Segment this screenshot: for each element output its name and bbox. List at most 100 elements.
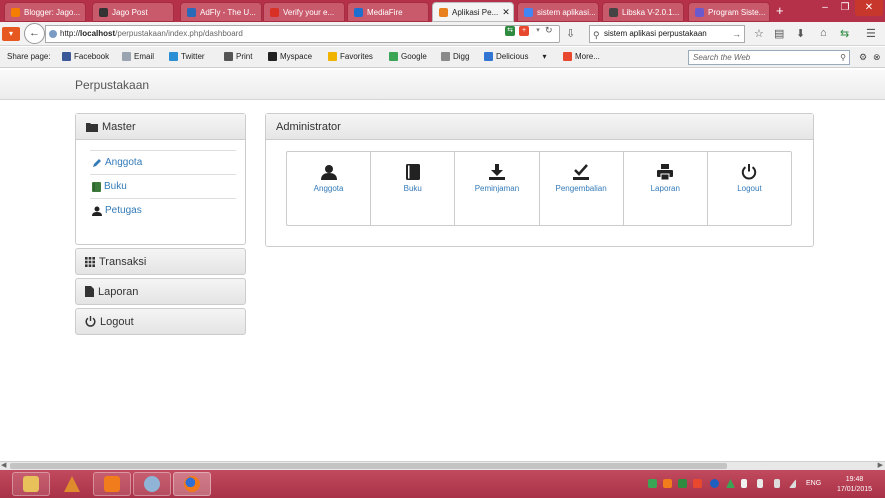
taskbar-firefox[interactable] <box>173 472 211 496</box>
downloads-icon[interactable]: ⬇ <box>796 27 805 40</box>
maximize-button[interactable]: ❐ <box>835 0 855 16</box>
app-brand[interactable]: Perpustakaan <box>75 78 149 92</box>
xampp-icon <box>104 476 120 492</box>
dropdown-icon[interactable]: ▾ <box>533 26 543 36</box>
facebook-icon <box>62 52 71 61</box>
scrollbar-thumb[interactable] <box>10 463 727 469</box>
tile-anggota[interactable]: Anggota <box>287 152 372 225</box>
new-tab-button[interactable]: + <box>776 3 784 18</box>
share-icon[interactable]: ⇆ <box>505 26 515 36</box>
share-toolbar: Share page: Facebook Email Twitter Print… <box>0 47 885 68</box>
tab-label: Aplikasi Pe... <box>452 7 499 17</box>
browser-tab[interactable]: Blogger: Jago... <box>4 2 86 22</box>
browser-tab[interactable]: Libska V-2.0.1... <box>602 2 684 22</box>
taskbar-app[interactable] <box>53 472 91 496</box>
addon-share-icon[interactable]: ⇆ <box>840 27 849 40</box>
web-search-input[interactable]: Search the Web ⚲ <box>688 50 850 65</box>
master-item-buku[interactable]: Buku <box>90 174 236 198</box>
taskbar: ENG 19:48 17/01/2015 <box>0 470 885 498</box>
language-indicator[interactable]: ENG <box>806 480 821 487</box>
share-google[interactable]: Google <box>389 52 427 61</box>
tab-favicon-icon <box>270 7 279 17</box>
share-email[interactable]: Email <box>122 52 154 61</box>
tray-icon[interactable] <box>693 479 702 488</box>
tile-buku[interactable]: Buku <box>371 152 456 225</box>
tile-pengembalian[interactable]: Pengembalian <box>540 152 624 225</box>
browser-search-input[interactable]: ⚲ sistem aplikasi perpustakaan → <box>589 25 745 43</box>
delicious-icon <box>484 52 493 61</box>
share-facebook[interactable]: Facebook <box>62 52 109 61</box>
tray-icon[interactable] <box>648 479 657 488</box>
myspace-icon <box>268 52 277 61</box>
close-toolbar-icon[interactable]: ⊗ <box>873 52 881 63</box>
shortcut-tiles: Anggota Buku Peminjaman Pengembalian Lap… <box>286 151 792 226</box>
google-icon <box>389 52 398 61</box>
menu-icon[interactable]: ☰ <box>866 27 876 40</box>
tray-icon[interactable] <box>663 479 672 488</box>
flag-icon[interactable] <box>741 479 747 488</box>
share-more[interactable]: More... <box>563 52 600 61</box>
browser-tab[interactable]: Aplikasi Pe... ✕ <box>432 2 514 22</box>
share-delicious[interactable]: Delicious ▾ <box>484 52 546 61</box>
tile-peminjaman[interactable]: Peminjaman <box>455 152 540 225</box>
back-button[interactable]: ← <box>24 23 45 44</box>
scroll-right-icon[interactable]: ▶ <box>878 461 883 469</box>
browser-tab[interactable]: Verify your e... <box>263 2 345 22</box>
tile-laporan[interactable]: Laporan <box>624 152 708 225</box>
transaksi-button[interactable]: Transaksi <box>75 248 246 275</box>
browser-tab[interactable]: Program Siste... <box>688 2 770 22</box>
share-digg[interactable]: Digg <box>441 52 469 61</box>
browser-tab[interactable]: MediaFire <box>347 2 429 22</box>
scroll-left-icon[interactable]: ◀ <box>1 461 6 469</box>
email-icon <box>122 52 131 61</box>
share-print[interactable]: Print <box>224 52 252 61</box>
side-button-label: Transaksi <box>99 255 147 268</box>
browser-tab[interactable]: Jago Post <box>92 2 174 22</box>
taskbar-explorer[interactable] <box>12 472 50 496</box>
system-clock[interactable]: 19:48 17/01/2015 <box>832 475 877 495</box>
master-panel-header[interactable]: Master <box>76 114 245 140</box>
share-twitter[interactable]: Twitter <box>169 52 205 61</box>
logout-button[interactable]: Logout <box>75 308 246 335</box>
tray-icon[interactable] <box>678 479 687 488</box>
bluetooth-icon[interactable] <box>710 479 719 488</box>
home-icon[interactable]: ⌂ <box>820 27 827 39</box>
horizontal-scrollbar[interactable]: ◀ ▶ <box>0 461 885 470</box>
search-icon: ⚲ <box>593 30 600 40</box>
taskbar-paint[interactable] <box>133 472 171 496</box>
battery-icon[interactable] <box>774 479 780 488</box>
browser-tab[interactable]: AdFly - The U... <box>180 2 262 22</box>
share-favorites[interactable]: Favorites <box>328 52 373 61</box>
print-icon <box>657 163 674 181</box>
volume-icon[interactable] <box>757 479 763 488</box>
tab-favicon-icon <box>354 7 363 17</box>
reload-icon[interactable]: ↻ <box>545 25 553 36</box>
laporan-button[interactable]: Laporan <box>75 278 246 305</box>
bookmark-star-icon[interactable]: ☆ <box>754 27 764 40</box>
download-status-icon[interactable]: ⇩ <box>566 27 575 40</box>
folder-icon <box>23 476 39 492</box>
gear-icon[interactable]: ⚙ <box>859 52 867 63</box>
tray-icon[interactable] <box>726 479 735 488</box>
minimize-button[interactable]: – <box>815 0 835 16</box>
close-window-button[interactable]: ✕ <box>855 0 883 16</box>
search-go-icon[interactable]: → <box>732 26 741 42</box>
firefox-menu-button[interactable]: ▾ <box>2 27 20 41</box>
master-item-petugas[interactable]: Petugas <box>90 198 236 222</box>
tab-close-icon[interactable]: ✕ <box>498 7 510 18</box>
share-item-label: Google <box>401 52 427 61</box>
master-item-anggota[interactable]: Anggota <box>90 150 236 174</box>
taskbar-xampp[interactable] <box>93 472 131 496</box>
url-bar[interactable]: http://localhost/perpustakaan/index.php/… <box>45 25 560 43</box>
clipboard-icon[interactable]: ▤ <box>774 27 784 40</box>
file-icon <box>85 286 94 297</box>
tab-label: AdFly - The U... <box>200 7 256 17</box>
tab-label: Blogger: Jago... <box>24 7 81 17</box>
tile-logout[interactable]: Logout <box>708 152 791 225</box>
share-myspace[interactable]: Myspace <box>268 52 312 61</box>
signal-icon[interactable] <box>789 479 796 488</box>
star-icon <box>328 52 337 61</box>
user-icon <box>320 163 337 181</box>
addon-icon[interactable]: + <box>519 26 529 36</box>
browser-tab[interactable]: sistem aplikasi... <box>517 2 599 22</box>
